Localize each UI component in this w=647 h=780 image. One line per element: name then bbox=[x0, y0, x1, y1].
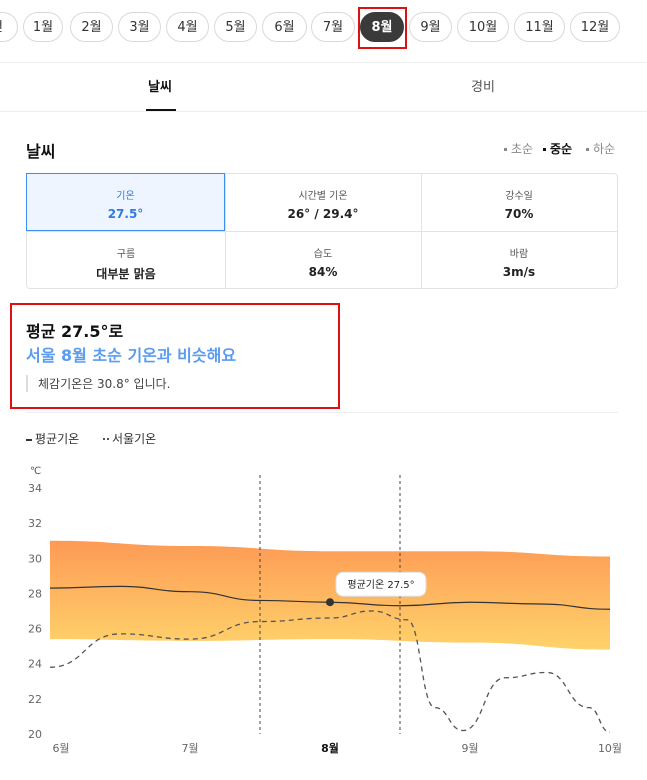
period-mid[interactable]: 중순 bbox=[543, 140, 572, 157]
period-label: 하순 bbox=[593, 142, 616, 156]
cell-humidity[interactable]: 습도 84% bbox=[225, 232, 421, 288]
month-chip-12[interactable]: 12월 bbox=[570, 12, 620, 42]
cell-temperature[interactable]: 기온 27.5° bbox=[26, 173, 225, 231]
cell-value: 대부분 맑음 bbox=[96, 267, 156, 281]
y-tick-label: 34 bbox=[28, 482, 42, 495]
cell-hourly-temp[interactable]: 시간별 기온 26° / 29.4° bbox=[225, 174, 421, 231]
cell-value: 27.5° bbox=[107, 207, 144, 221]
legend-avg: 평균기온 bbox=[26, 432, 89, 446]
summary-comparison: 서울 8월 초순 기온과 비슷해요 bbox=[26, 346, 237, 365]
y-tick-label: 22 bbox=[28, 693, 42, 706]
weather-title: 날씨 bbox=[26, 142, 56, 161]
cell-label: 기온 bbox=[116, 191, 135, 202]
month-chip-prev[interactable]: 전 bbox=[0, 12, 18, 42]
month-chip-11[interactable]: 11월 bbox=[514, 12, 565, 42]
section-divider bbox=[26, 412, 618, 413]
cell-label: 강수일 bbox=[505, 191, 533, 202]
cell-value: 3m/s bbox=[502, 265, 536, 279]
period-late[interactable]: 하순 bbox=[586, 140, 615, 157]
y-tick-label: 20 bbox=[28, 728, 42, 741]
tooltip-text: 평균기온 27.5° bbox=[347, 579, 414, 591]
temperature-range-band bbox=[50, 540, 610, 650]
cell-value: 84% bbox=[308, 265, 338, 279]
y-tick-label: 30 bbox=[28, 552, 42, 565]
period-label: 중순 bbox=[550, 142, 573, 156]
month-chip-2[interactable]: 2월 bbox=[70, 12, 113, 42]
bullet-icon bbox=[504, 148, 507, 151]
avg-marker-point bbox=[326, 598, 334, 607]
month-selector: 전 1월 2월 3월 4월 5월 6월 7월 8월 9월 10월 11월 12월 bbox=[0, 0, 647, 63]
tab-underline bbox=[146, 109, 176, 111]
period-early[interactable]: 초순 bbox=[504, 140, 533, 157]
solid-line-icon bbox=[26, 438, 32, 441]
x-tick-label: 8월 bbox=[321, 741, 339, 755]
weather-table: 기온 27.5° 시간별 기온 26° / 29.4° 강수일 70% 구름 대… bbox=[26, 173, 618, 289]
cell-wind[interactable]: 바람 3m/s bbox=[421, 232, 617, 288]
cell-value: 70% bbox=[504, 207, 534, 221]
chart-legend: 평균기온 서울기온 bbox=[26, 430, 176, 447]
dashed-line-icon bbox=[103, 437, 109, 442]
month-selection-highlight bbox=[358, 7, 407, 49]
cell-label: 바람 bbox=[509, 249, 529, 260]
summary-average: 평균 27.5°로 bbox=[26, 322, 124, 341]
legend-seoul: 서울기온 bbox=[103, 432, 166, 446]
tab-expense[interactable]: 경비 bbox=[471, 76, 495, 95]
cell-cloud[interactable]: 구름 대부분 맑음 bbox=[27, 232, 225, 288]
period-label: 초순 bbox=[511, 142, 534, 156]
tab-weather[interactable]: 날씨 bbox=[148, 76, 172, 95]
x-tick-label: 7월 bbox=[181, 742, 198, 755]
bullet-icon bbox=[543, 148, 546, 151]
month-chip-1[interactable]: 1월 bbox=[23, 12, 63, 42]
y-tick-label: 26 bbox=[28, 623, 42, 636]
y-tick-label: 28 bbox=[28, 587, 42, 600]
cell-label: 구름 bbox=[116, 249, 136, 260]
temperature-chart: ℃ 34 32 30 28 26 24 22 20 평균기온 27.5° 6월 7월 8월 9월 10월 bbox=[28, 466, 622, 755]
bullet-icon bbox=[586, 148, 589, 151]
y-tick-label: 24 bbox=[28, 658, 42, 671]
month-chip-10[interactable]: 10월 bbox=[457, 12, 509, 42]
x-tick-label: 9월 bbox=[461, 742, 478, 755]
month-chip-6[interactable]: 6월 bbox=[262, 12, 307, 42]
cell-rain-days[interactable]: 강수일 70% bbox=[421, 174, 617, 231]
cell-label: 습도 bbox=[313, 249, 333, 260]
legend-avg-label: 평균기온 bbox=[35, 432, 80, 446]
month-chip-5[interactable]: 5월 bbox=[214, 12, 257, 42]
cell-label: 시간별 기온 bbox=[298, 191, 348, 202]
summary-feels-like: 체감기온은 30.8° 입니다. bbox=[26, 375, 170, 392]
cell-value: 26° / 29.4° bbox=[287, 207, 359, 221]
month-chip-4[interactable]: 4월 bbox=[166, 12, 209, 42]
month-chip-7[interactable]: 7월 bbox=[311, 12, 355, 42]
tab-bar: 날씨 경비 bbox=[0, 62, 647, 112]
x-tick-label: 6월 bbox=[52, 742, 69, 755]
y-tick-label: 32 bbox=[28, 517, 42, 530]
y-axis-unit: ℃ bbox=[30, 466, 41, 477]
month-chip-9[interactable]: 9월 bbox=[409, 12, 452, 42]
month-chip-3[interactable]: 3월 bbox=[118, 12, 161, 42]
legend-seoul-label: 서울기온 bbox=[112, 432, 157, 446]
x-tick-label: 10월 bbox=[598, 742, 622, 755]
